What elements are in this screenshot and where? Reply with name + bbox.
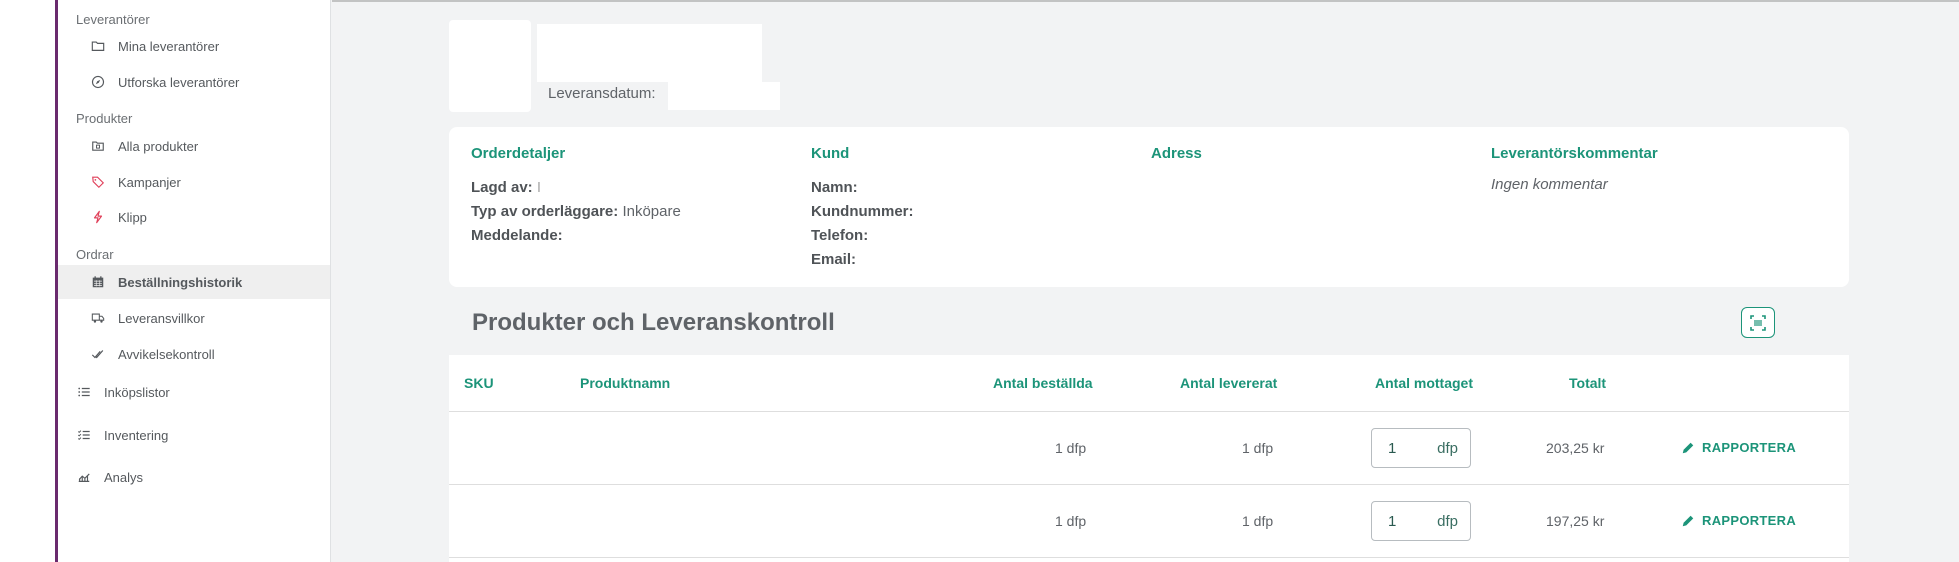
sidebar-section-produkter: Produkter — [76, 111, 133, 126]
sidebar-item-label: Leveransvillkor — [118, 310, 205, 326]
column-header-product-name[interactable]: Produktnamn — [580, 375, 670, 391]
sidebar-item-label: Alla produkter — [118, 138, 199, 154]
customer-details: Kund Namn: Kundnummer: Telefon: Email: — [811, 145, 914, 272]
order-details-title: Orderdetaljer — [471, 145, 566, 162]
delivery-date-label: Leveransdatum: — [548, 85, 656, 102]
report-button[interactable]: RAPPORTERA — [1681, 513, 1796, 528]
calendar-icon — [90, 274, 106, 290]
total-cell: 203,25 kr — [1546, 440, 1605, 456]
order-details: Orderdetaljer Lagd av: I Typ av orderläg… — [471, 145, 681, 248]
truck-icon — [90, 310, 106, 326]
order-title — [537, 24, 762, 82]
sidebar-item-label: Kampanjer — [118, 174, 181, 190]
delivery-date-value — [668, 82, 780, 110]
app-rail — [0, 0, 58, 562]
report-button-label: RAPPORTERA — [1702, 513, 1797, 528]
received-quantity-value[interactable]: 1 — [1388, 440, 1396, 457]
checklist-icon — [76, 427, 92, 443]
folder-icon — [90, 38, 106, 54]
flash-icon — [90, 209, 106, 225]
total-cell: 197,25 kr — [1546, 513, 1605, 529]
ordered-cell: 1 dfp — [1055, 513, 1087, 529]
sidebar-item-label: Analys — [104, 469, 144, 485]
customer-email-label: Email: — [811, 251, 857, 268]
sidebar-item-kampanjer[interactable]: Kampanjer — [58, 165, 330, 199]
supplier-comment-value: Ingen kommentar — [1491, 176, 1608, 193]
sidebar: Leverantörer Mina leverantörer Utforska … — [58, 0, 331, 562]
sidebar-item-utforska-leverantorer[interactable]: Utforska leverantörer — [58, 65, 330, 99]
received-quantity-unit: dfp — [1437, 439, 1458, 457]
divider — [449, 557, 1849, 558]
delivered-cell: 1 dfp — [1242, 513, 1274, 529]
message-label: Meddelande: — [471, 227, 563, 244]
divider — [449, 484, 1849, 485]
sidebar-item-leveransvillkor[interactable]: Leveransvillkor — [58, 301, 330, 335]
customer-title: Kund — [811, 145, 850, 162]
list-icon — [76, 384, 92, 400]
analytics-icon — [76, 469, 92, 485]
scan-button[interactable] — [1741, 307, 1775, 338]
orderer-type-value: Inköpare — [622, 203, 681, 220]
sidebar-item-inventering[interactable]: Inventering — [58, 418, 330, 452]
sidebar-item-mina-leverantorer[interactable]: Mina leverantörer — [58, 29, 330, 63]
sidebar-item-alla-produkter[interactable]: Alla produkter — [58, 129, 330, 163]
address-details: Adress — [1151, 145, 1202, 176]
received-quantity-unit: dfp — [1437, 512, 1458, 530]
product-box-icon — [90, 138, 106, 154]
compass-icon — [90, 74, 106, 90]
sidebar-item-label: Klipp — [118, 209, 147, 225]
sidebar-section-ordrar: Ordrar — [76, 247, 114, 262]
pencil-icon — [1682, 442, 1694, 453]
supplier-comment-title: Leverantörskommentar — [1491, 145, 1658, 162]
sidebar-item-avvikelsekontroll[interactable]: Avvikelsekontroll — [58, 337, 330, 371]
barcode-scan-icon — [1750, 314, 1766, 331]
sidebar-item-label: Mina leverantörer — [118, 38, 220, 54]
products-section-title: Produkter och Leveranskontroll — [472, 309, 835, 336]
pencil-icon — [1682, 515, 1694, 526]
delivered-cell: 1 dfp — [1242, 440, 1274, 456]
report-button[interactable]: RAPPORTERA — [1681, 440, 1796, 455]
received-quantity-input[interactable]: 1 dfp — [1371, 501, 1471, 541]
received-quantity-value[interactable]: 1 — [1388, 513, 1396, 530]
customer-number-label: Kundnummer: — [811, 203, 914, 220]
made-by-label: Lagd av: — [471, 179, 533, 196]
sidebar-item-bestallningshistorik[interactable]: Beställningshistorik — [58, 265, 330, 299]
order-info-card: Orderdetaljer Lagd av: I Typ av orderläg… — [449, 127, 1849, 287]
ordered-cell: 1 dfp — [1055, 440, 1087, 456]
received-quantity-input[interactable]: 1 dfp — [1371, 428, 1471, 468]
column-header-ordered[interactable]: Antal beställda — [993, 375, 1093, 391]
top-bar-shadow — [332, 0, 1959, 2]
divider — [449, 411, 1849, 412]
report-button-label: RAPPORTERA — [1702, 440, 1797, 455]
column-header-total[interactable]: Totalt — [1569, 375, 1606, 391]
double-check-icon — [90, 346, 106, 362]
customer-phone-label: Telefon: — [811, 227, 869, 244]
orderer-type-label: Typ av orderläggare: — [471, 203, 619, 220]
tag-icon — [90, 174, 106, 190]
sidebar-item-label: Inköpslistor — [104, 384, 170, 400]
sidebar-item-label: Beställningshistorik — [118, 274, 243, 290]
address-title: Adress — [1151, 145, 1202, 162]
customer-name-label: Namn: — [811, 179, 858, 196]
sidebar-section-leverantorer: Leverantörer — [76, 12, 150, 27]
sidebar-item-inkopslistor[interactable]: Inköpslistor — [58, 375, 330, 409]
products-table: SKU Produktnamn Antal beställda Antal le… — [449, 355, 1849, 562]
made-by-value: I — [536, 179, 542, 196]
sidebar-item-analys[interactable]: Analys — [58, 460, 330, 494]
column-header-delivered[interactable]: Antal levererat — [1180, 375, 1277, 391]
sidebar-item-label: Utforska leverantörer — [118, 74, 240, 90]
column-header-sku[interactable]: SKU — [464, 375, 494, 391]
supplier-logo — [449, 20, 531, 112]
sidebar-item-label: Inventering — [104, 427, 169, 443]
sidebar-item-label: Avvikelsekontroll — [118, 346, 215, 362]
column-header-received[interactable]: Antal mottaget — [1375, 375, 1473, 391]
sidebar-item-klipp[interactable]: Klipp — [58, 200, 330, 234]
supplier-comment: Leverantörskommentar Ingen kommentar — [1491, 145, 1658, 193]
